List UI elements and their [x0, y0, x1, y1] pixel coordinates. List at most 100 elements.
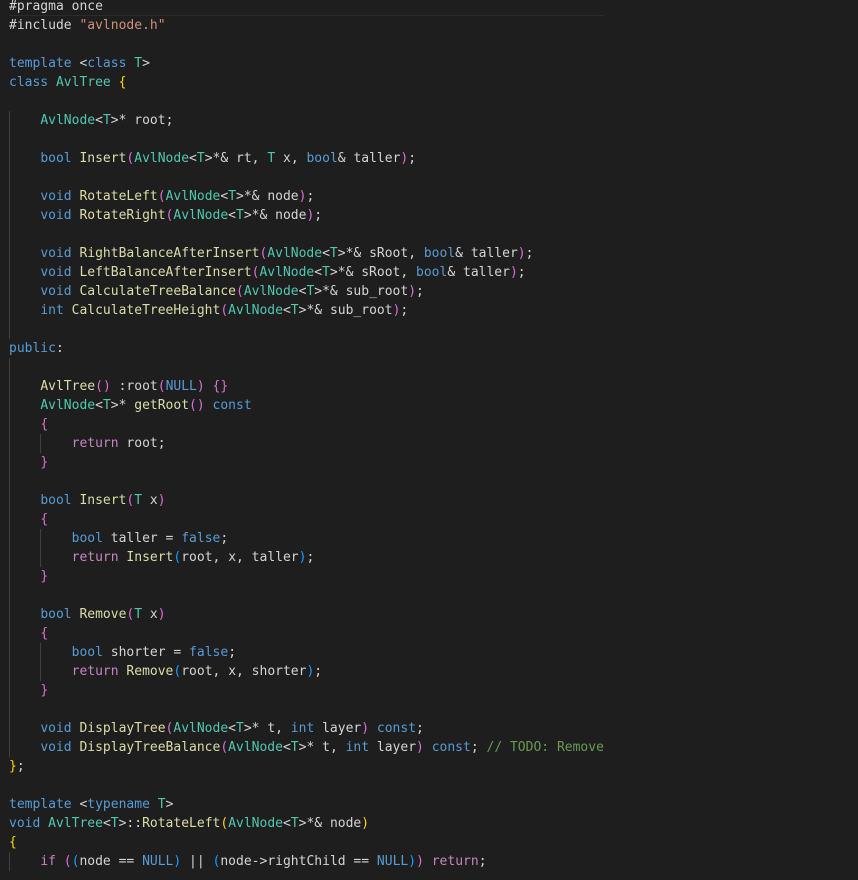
code-line[interactable]: #include "avlnode.h": [9, 16, 604, 35]
code-line[interactable]: [9, 586, 604, 605]
token-brace2: {: [40, 512, 49, 527]
code-line[interactable]: bool Remove(T x): [9, 605, 604, 624]
code-line[interactable]: bool Insert(T x): [9, 491, 604, 510]
code-line[interactable]: [9, 225, 604, 244]
token-keyword: template: [9, 56, 72, 71]
code-line[interactable]: void CalculateTreeBalance(AvlNode<T>*& s…: [9, 282, 604, 301]
token-type: AvlNode: [40, 113, 96, 128]
token-default: <: [228, 721, 236, 736]
token-brace1: (: [220, 816, 229, 831]
token-default: ,: [212, 664, 229, 679]
code-line[interactable]: [9, 776, 604, 795]
token-default: ||: [181, 854, 213, 869]
code-line[interactable]: return Insert(root, x, taller);: [9, 548, 604, 567]
token-func: Insert: [79, 151, 127, 166]
code-editor[interactable]: #pragma once #include "avlnode.h" template…: [0, 0, 858, 880]
token-variable: layer: [322, 721, 362, 736]
code-line[interactable]: AvlNode<T>* getRoot() const: [9, 396, 604, 415]
token-brace2: ): [517, 246, 526, 261]
code-line[interactable]: return root;: [9, 434, 604, 453]
code-line[interactable]: AvlTree() :root(NULL) {}: [9, 377, 604, 396]
token-keyword: void: [40, 246, 72, 261]
indent-guide: [9, 643, 10, 662]
code-line[interactable]: template <class T>: [9, 54, 604, 73]
token-type: T: [236, 208, 244, 223]
code-line[interactable]: };: [9, 757, 604, 776]
code-line[interactable]: }: [9, 453, 604, 472]
indent-guide: [9, 282, 10, 301]
code-line[interactable]: {: [9, 510, 604, 529]
code-line[interactable]: bool Insert(AvlNode<T>*& rt, T x, bool& …: [9, 149, 604, 168]
code-line[interactable]: return Remove(root, x, shorter);: [9, 662, 604, 681]
code-line[interactable]: AvlNode<T>* root;: [9, 111, 604, 130]
token-default: [205, 379, 213, 394]
token-keyword: bool: [306, 151, 338, 166]
token-keyword: void: [40, 721, 72, 736]
code-line[interactable]: public:: [9, 339, 604, 358]
code-line[interactable]: if ((node == NULL) || (node->rightChild …: [9, 852, 604, 871]
token-brace2: (: [189, 398, 197, 413]
code-line[interactable]: [9, 472, 604, 491]
code-line[interactable]: }: [9, 681, 604, 700]
code-line[interactable]: #pragma once: [9, 0, 604, 16]
token-type: T: [228, 189, 237, 204]
token-func: DisplayTreeBalance: [79, 740, 221, 755]
code-line[interactable]: void RotateRight(AvlNode<T>*& node);: [9, 206, 604, 225]
code-line[interactable]: void RightBalanceAfterInsert(AvlNode<T>*…: [9, 244, 604, 263]
code-line[interactable]: [9, 92, 604, 111]
token-keyword: int: [345, 740, 370, 755]
token-brace1: {: [118, 75, 127, 90]
code-line[interactable]: void DisplayTreeBalance(AvlNode<T>* t, i…: [9, 738, 604, 757]
indent-guide: [9, 624, 10, 643]
indent-guide: [9, 130, 10, 149]
code-line[interactable]: [9, 168, 604, 187]
code-line[interactable]: bool shorter = false;: [9, 643, 604, 662]
token-keyword: int: [290, 721, 315, 736]
token-brace1: ): [361, 816, 370, 831]
token-keyword: void: [40, 208, 72, 223]
token-default: <: [71, 797, 88, 812]
token-keyword: int: [40, 303, 64, 318]
code-line[interactable]: [9, 320, 604, 339]
token-default: [150, 797, 158, 812]
code-line[interactable]: void LeftBalanceAfterInsert(AvlNode<T>*&…: [9, 263, 604, 282]
token-default: #pragma once: [9, 0, 103, 14]
code-line[interactable]: [9, 358, 604, 377]
code-lines[interactable]: #pragma once #include "avlnode.h" template…: [9, 0, 604, 871]
code-line[interactable]: void DisplayTree(AvlNode<T>* t, int laye…: [9, 719, 604, 738]
token-default: [64, 303, 72, 318]
code-line[interactable]: void AvlTree<T>::RotateLeft(AvlNode<T>*&…: [9, 814, 604, 833]
code-line[interactable]: template <typename T>: [9, 795, 604, 814]
token-default: >*&: [298, 816, 330, 831]
code-line[interactable]: void RotateLeft(AvlNode<T>*& node);: [9, 187, 604, 206]
token-variable: sRoot: [369, 246, 409, 261]
code-line[interactable]: class AvlTree {: [9, 73, 604, 92]
token-default: ;: [228, 645, 237, 660]
token-default: >*: [110, 113, 135, 128]
token-variable: node: [79, 854, 111, 869]
code-line[interactable]: [9, 700, 604, 719]
token-keyword: void: [40, 740, 72, 755]
token-default: ,: [236, 664, 252, 679]
code-line[interactable]: {: [9, 624, 604, 643]
token-default: <: [220, 189, 229, 204]
indent-guide: [9, 434, 10, 453]
code-line[interactable]: {: [9, 415, 604, 434]
code-line[interactable]: [9, 130, 604, 149]
token-comment: // TODO: Remove: [486, 740, 604, 755]
token-brace2: {: [40, 417, 49, 432]
token-brace2: ): [408, 284, 417, 299]
code-line[interactable]: bool taller = false;: [9, 529, 604, 548]
token-func: RotateLeft: [79, 189, 158, 204]
code-line[interactable]: int CalculateTreeHeight(AvlNode<T>*& sub…: [9, 301, 604, 320]
token-variable: node: [329, 816, 362, 831]
code-line[interactable]: [9, 35, 604, 54]
code-line[interactable]: {: [9, 833, 604, 852]
code-line[interactable]: }: [9, 567, 604, 586]
